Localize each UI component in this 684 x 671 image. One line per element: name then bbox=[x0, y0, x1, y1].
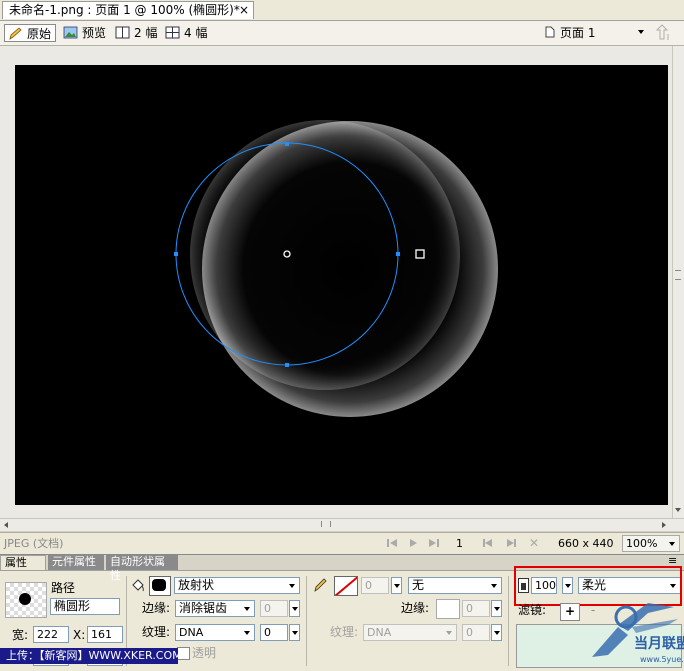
pencil-icon bbox=[9, 27, 22, 40]
stroke-type-select[interactable]: 无 bbox=[408, 577, 502, 594]
fill-type-select[interactable]: 放射状 bbox=[174, 577, 300, 594]
document-tab-title: 未命名-1.png : 页面 1 @ 100% (椭圆形)* bbox=[9, 3, 240, 17]
pencil-stroke-icon bbox=[314, 578, 327, 592]
fill-edge-amount-field[interactable]: 0 bbox=[260, 600, 288, 617]
file-format-label: JPEG (文档) bbox=[4, 537, 64, 550]
stroke-texture-amount-field[interactable]: 0 bbox=[462, 624, 490, 641]
zoom-select[interactable]: 100% bbox=[622, 535, 680, 552]
fill-texture-value: DNA bbox=[179, 626, 204, 639]
site-watermark: 上传：【新客网】WWW.XKER.COM bbox=[0, 648, 178, 664]
picture-icon bbox=[63, 26, 78, 39]
object-type-label: 路径 bbox=[51, 581, 76, 595]
two-up-view-label: 2 幅 bbox=[134, 26, 158, 40]
transparent-label: 透明 bbox=[192, 646, 217, 660]
four-up-view-label: 4 幅 bbox=[184, 26, 208, 40]
x-field[interactable]: 161 bbox=[87, 626, 123, 643]
scroll-down-arrow[interactable] bbox=[675, 508, 681, 512]
scroll-right-arrow[interactable] bbox=[662, 522, 666, 528]
next-frame-icon[interactable] bbox=[505, 538, 517, 548]
up-arrow-icon[interactable] bbox=[654, 24, 674, 42]
object-thumbnail-dot bbox=[19, 593, 31, 605]
zoom-value: 100% bbox=[626, 537, 658, 550]
two-up-view-button[interactable]: 2 幅 bbox=[112, 24, 161, 42]
four-panes-icon bbox=[165, 26, 180, 39]
stroke-texture-select[interactable]: DNA bbox=[363, 624, 457, 641]
preview-view-label: 预览 bbox=[82, 26, 107, 40]
fill-edge-amount-dropdown[interactable] bbox=[289, 600, 300, 617]
paint-bucket-icon bbox=[132, 579, 144, 592]
stroke-size-dropdown[interactable] bbox=[391, 577, 402, 594]
fill-type-value: 放射状 bbox=[178, 578, 215, 592]
document-tab[interactable]: 未命名-1.png : 页面 1 @ 100% (椭圆形)* × bbox=[2, 1, 254, 19]
fill-edge-select[interactable]: 消除锯齿 bbox=[175, 600, 255, 617]
add-filter-button[interactable]: + bbox=[560, 603, 580, 621]
filters-label: 滤镜: bbox=[518, 603, 547, 617]
page-select-label: 页面 1 bbox=[560, 26, 596, 40]
width-field[interactable]: 222 bbox=[33, 626, 69, 643]
document-tab-bar: 未命名-1.png : 页面 1 @ 100% (椭圆形)* × bbox=[0, 0, 684, 21]
preview-view-button[interactable]: 预览 bbox=[60, 24, 110, 42]
fill-edge-label: 边缘: bbox=[142, 601, 171, 615]
divider bbox=[306, 576, 307, 666]
page-number: 1 bbox=[456, 537, 463, 550]
stroke-type-value: 无 bbox=[412, 578, 425, 592]
stroke-size-field[interactable]: 0 bbox=[361, 577, 389, 594]
logo-watermark-subtext: www.5yue.com bbox=[640, 655, 684, 664]
tab-symbol-properties[interactable]: 元件属性 bbox=[48, 555, 104, 570]
document-canvas[interactable] bbox=[15, 65, 668, 505]
transparent-checkbox[interactable] bbox=[177, 647, 190, 660]
fill-texture-select[interactable]: DNA bbox=[175, 624, 255, 641]
canvas-size: 660 x 440 bbox=[558, 537, 614, 550]
stroke-edge-amount-field[interactable]: 0 bbox=[462, 600, 490, 617]
divider bbox=[508, 576, 509, 666]
stroke-color-swatch[interactable] bbox=[334, 576, 358, 596]
x-label: X: bbox=[73, 628, 86, 642]
fill-texture-label: 纹理: bbox=[142, 625, 171, 639]
selection-handle-bottom[interactable] bbox=[285, 363, 289, 367]
selection-handle-left[interactable] bbox=[174, 252, 178, 256]
fill-color-swatch-color bbox=[152, 579, 166, 591]
vertical-scroll-grip[interactable] bbox=[675, 270, 681, 280]
two-panes-icon bbox=[115, 26, 130, 39]
close-icon[interactable]: × bbox=[239, 2, 249, 19]
stroke-texture-label: 纹理: bbox=[330, 625, 359, 639]
page-icon bbox=[545, 26, 555, 38]
four-up-view-button[interactable]: 4 幅 bbox=[162, 24, 211, 42]
original-view-button[interactable]: 原始 bbox=[4, 24, 57, 42]
tab-auto-shape-properties[interactable]: 自动形状属性 bbox=[106, 555, 178, 582]
logo-watermark-text: 当月联盟 bbox=[634, 636, 684, 652]
selection-handle-right[interactable] bbox=[396, 252, 400, 256]
tab-properties[interactable]: 属性 bbox=[0, 555, 46, 570]
view-toolbar: 原始 预览 2 幅 4 幅 页面 1 bbox=[0, 21, 684, 46]
stroke-edge-amount-dropdown[interactable] bbox=[491, 600, 502, 617]
selection-handle-top[interactable] bbox=[285, 142, 289, 146]
original-view-label: 原始 bbox=[27, 27, 52, 41]
object-thumbnail bbox=[5, 582, 47, 618]
first-frame-icon[interactable] bbox=[386, 538, 398, 548]
stroke-edge-preview[interactable] bbox=[436, 599, 460, 619]
object-name-field[interactable]: 椭圆形 bbox=[50, 598, 120, 615]
vertical-scrollbar[interactable] bbox=[672, 46, 684, 518]
canvas-artwork bbox=[174, 120, 498, 417]
horizontal-scrollbar[interactable] bbox=[0, 518, 684, 531]
page-select[interactable]: 页面 1 bbox=[540, 24, 648, 42]
fill-color-swatch[interactable] bbox=[149, 576, 171, 596]
scroll-left-arrow[interactable] bbox=[4, 522, 8, 528]
previous-frame-icon[interactable] bbox=[482, 538, 494, 548]
stroke-texture-value: DNA bbox=[367, 626, 392, 639]
stroke-texture-amount-dropdown[interactable] bbox=[491, 624, 502, 641]
stop-icon[interactable]: ✕ bbox=[529, 535, 539, 551]
tab-properties-label: 属性 bbox=[5, 556, 27, 569]
status-bar: JPEG (文档) 1 ✕ 660 x 440 100% bbox=[0, 532, 684, 554]
no-stroke-slash bbox=[335, 577, 357, 595]
width-label: 宽: bbox=[12, 628, 29, 642]
fill-edge-value: 消除锯齿 bbox=[179, 601, 228, 615]
tab-symbol-properties-label: 元件属性 bbox=[52, 555, 96, 568]
horizontal-scroll-grip[interactable] bbox=[321, 521, 331, 527]
fill-texture-amount-dropdown[interactable] bbox=[289, 624, 300, 641]
fill-texture-amount-field[interactable]: 0 bbox=[260, 624, 288, 641]
stroke-edge-label: 边缘: bbox=[401, 601, 430, 615]
play-icon[interactable] bbox=[408, 538, 418, 548]
last-frame-icon[interactable] bbox=[428, 538, 440, 548]
